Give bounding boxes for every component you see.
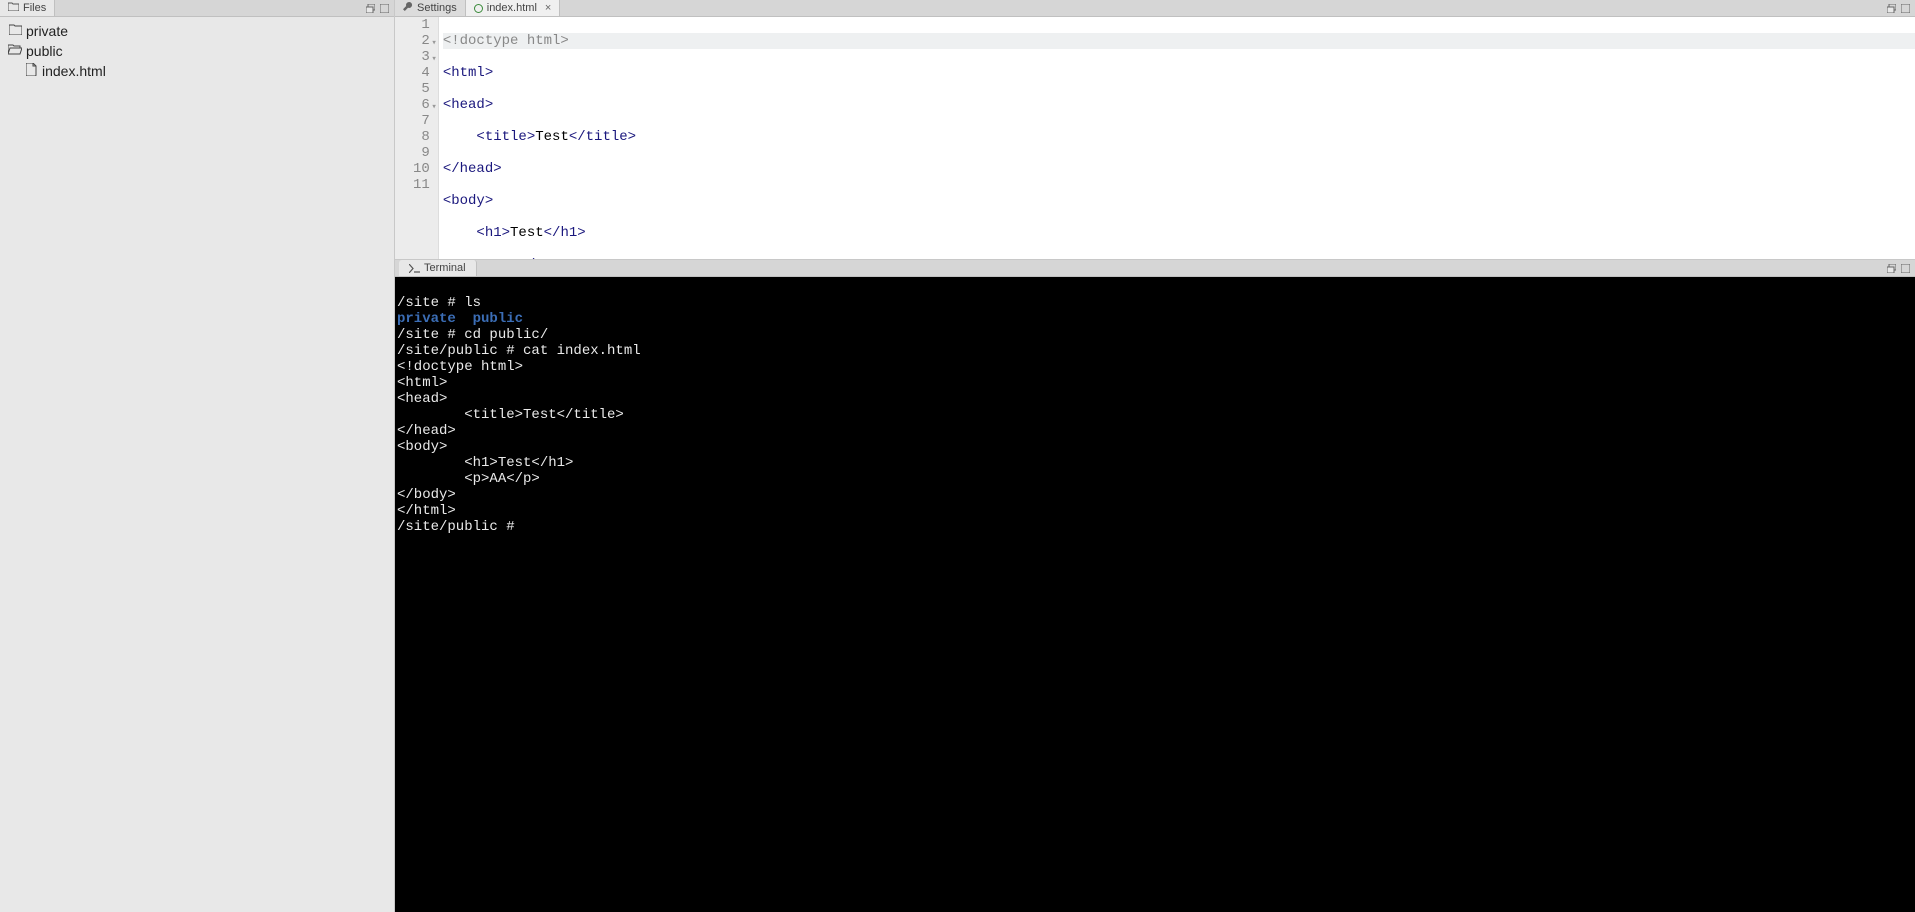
file-tree[interactable]: private public index.html [0, 17, 394, 912]
sidebar-tabbar: Files [0, 0, 394, 17]
terminal-line: </html> [397, 503, 456, 519]
tree-label: index.html [42, 63, 106, 79]
terminal-line: /site/public # cat index.html [397, 343, 641, 359]
editor-panel: Settings index.html × [395, 0, 1915, 260]
terminal-tabbar: Terminal [395, 260, 1915, 277]
terminal-line: public [473, 311, 523, 327]
file-icon [24, 63, 38, 79]
code-line: <body> [443, 193, 1915, 209]
tree-file-index-html[interactable]: index.html [0, 61, 394, 81]
editor-tab-settings[interactable]: Settings [395, 0, 466, 16]
terminal-line: /site/public # [397, 519, 523, 535]
code-line: </head> [443, 161, 1915, 177]
editor-tabbar: Settings index.html × [395, 0, 1915, 17]
editor-tab-index-html[interactable]: index.html × [466, 0, 561, 16]
editor-tab-label: Settings [417, 2, 457, 14]
tree-label: public [26, 43, 63, 59]
terminal-tab[interactable]: Terminal [399, 260, 477, 276]
gutter-line: 4 [413, 65, 430, 81]
close-icon[interactable]: × [545, 2, 551, 14]
panel-restore-icon[interactable] [1885, 2, 1897, 14]
app-root: Files private pu [0, 0, 1915, 912]
fold-marker-icon[interactable]: ▾ [431, 35, 436, 51]
terminal-line: </head> [397, 423, 456, 439]
folder-icon [8, 2, 19, 14]
folder-open-icon [8, 44, 22, 58]
editor-gutter: 1 2▾ 3▾ 4 5 6▾ 7 8 9 10 11 [395, 17, 439, 259]
panel-restore-icon[interactable] [364, 2, 376, 14]
terminal-window-controls [1885, 260, 1915, 276]
fold-marker-icon[interactable]: ▾ [431, 51, 436, 67]
tree-folder-private[interactable]: private [0, 21, 394, 41]
code-line: <p>AA</p> [443, 257, 1915, 259]
terminal-icon [409, 264, 420, 273]
gutter-line: 11 [413, 177, 430, 193]
editor-window-controls [1885, 0, 1915, 16]
sidebar-window-controls [364, 0, 394, 16]
terminal-line: </body> [397, 487, 456, 503]
code-content[interactable]: <!doctype html> <html> <head> <title>Tes… [439, 17, 1915, 259]
editor-body[interactable]: 1 2▾ 3▾ 4 5 6▾ 7 8 9 10 11 <!doctype htm… [395, 17, 1915, 259]
terminal-panel: Terminal /site # ls private public /site… [395, 260, 1915, 912]
code-line: <html> [443, 65, 1915, 81]
terminal-line: private [397, 311, 456, 327]
gutter-line: 7 [413, 113, 430, 129]
terminal-line: <body> [397, 439, 447, 455]
gutter-line: 5 [413, 81, 430, 97]
file-status-icon [474, 4, 483, 13]
gutter-line: 9 [413, 145, 430, 161]
terminal-line: /site # ls [397, 295, 481, 311]
terminal-line: <title>Test</title> [397, 407, 624, 423]
gutter-line: 1 [413, 17, 430, 33]
terminal-line: <p>AA</p> [397, 471, 540, 487]
gutter-line: 6▾ [413, 97, 430, 113]
gutter-line: 10 [413, 161, 430, 177]
gutter-line: 3▾ [413, 49, 430, 65]
gutter-line: 8 [413, 129, 430, 145]
tree-label: private [26, 23, 68, 39]
main-column: Settings index.html × [395, 0, 1915, 912]
panel-restore-icon[interactable] [1885, 262, 1897, 274]
terminal-line: /site # cd public/ [397, 327, 548, 343]
editor-tab-label: index.html [487, 2, 537, 14]
terminal-line: <head> [397, 391, 447, 407]
sidebar: Files private pu [0, 0, 395, 912]
code-line: <head> [443, 97, 1915, 113]
code-line: <title>Test</title> [443, 129, 1915, 145]
tree-folder-public[interactable]: public [0, 41, 394, 61]
panel-maximize-icon[interactable] [1899, 2, 1911, 14]
terminal-body[interactable]: /site # ls private public /site # cd pub… [395, 277, 1915, 912]
folder-closed-icon [8, 24, 22, 38]
fold-marker-icon[interactable]: ▾ [431, 99, 436, 115]
sidebar-tab-label: Files [23, 2, 46, 14]
terminal-line: <!doctype html> [397, 359, 523, 375]
terminal-line: <h1>Test</h1> [397, 455, 573, 471]
sidebar-tab-files[interactable]: Files [0, 0, 55, 16]
code-line: <!doctype html> [443, 33, 1915, 49]
terminal-tab-label: Terminal [424, 262, 466, 274]
panel-maximize-icon[interactable] [378, 2, 390, 14]
gutter-line: 2▾ [413, 33, 430, 49]
code-line: <h1>Test</h1> [443, 225, 1915, 241]
wrench-icon [403, 2, 413, 15]
terminal-line: <html> [397, 375, 447, 391]
panel-maximize-icon[interactable] [1899, 262, 1911, 274]
